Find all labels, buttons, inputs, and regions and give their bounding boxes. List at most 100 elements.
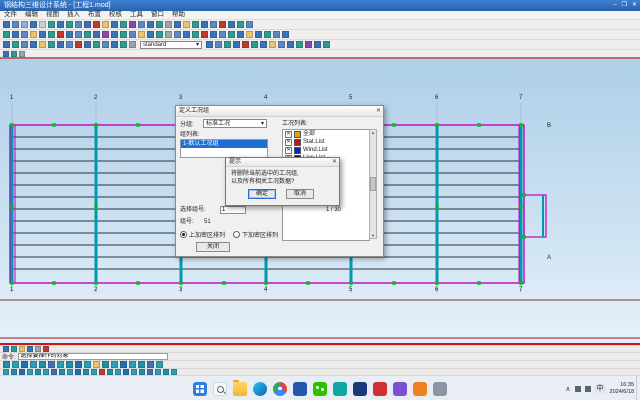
radio-option[interactable]: 下加密区排列 (233, 230, 278, 239)
tool-icon[interactable] (48, 21, 55, 28)
tool-icon[interactable] (66, 361, 73, 368)
tool-icon[interactable] (30, 41, 37, 48)
tool-icon[interactable] (228, 31, 235, 38)
menu-item[interactable]: 帮助 (168, 11, 189, 19)
tool-icon[interactable] (129, 41, 136, 48)
style-combobox[interactable]: standard ▾ (140, 41, 202, 49)
scroll-down-icon[interactable]: ▼ (371, 233, 375, 238)
tool-icon[interactable] (287, 41, 294, 48)
tool-icon[interactable] (39, 31, 46, 38)
tool-icon[interactable] (66, 41, 73, 48)
menu-item[interactable]: 编辑 (21, 11, 42, 19)
tool-icon[interactable] (93, 21, 100, 28)
tool-icon[interactable] (156, 21, 163, 28)
taskbar-clock[interactable]: 16:35 2024/6/18 (610, 382, 634, 395)
case-list-item[interactable]: ✕Stat.List (283, 138, 369, 146)
tool-icon[interactable] (93, 31, 100, 38)
tool-icon[interactable] (174, 31, 181, 38)
tool-icon[interactable] (111, 31, 118, 38)
tool-icon[interactable] (66, 21, 73, 28)
tool-icon[interactable] (147, 21, 154, 28)
tool-icon[interactable] (246, 21, 253, 28)
tool-icon[interactable] (3, 31, 10, 38)
tool-icon[interactable] (192, 31, 199, 38)
tool-icon[interactable] (282, 31, 289, 38)
tool-icon[interactable] (12, 21, 19, 28)
tool-icon[interactable] (3, 361, 10, 368)
tool-icon[interactable] (156, 31, 163, 38)
tool-icon[interactable] (111, 361, 118, 368)
tool-icon[interactable] (246, 31, 253, 38)
show-desktop-button[interactable] (636, 376, 640, 400)
tool-icon[interactable] (129, 21, 136, 28)
group-combobox[interactable]: 标准工况 ▾ (203, 119, 267, 128)
menu-item[interactable]: 窗口 (147, 11, 168, 19)
group-listbox[interactable]: 1-默认工况组 (180, 139, 268, 158)
app-icon-navy[interactable] (353, 382, 367, 396)
minimize-button[interactable]: – (613, 0, 616, 11)
tool-icon[interactable] (111, 41, 118, 48)
tool-icon[interactable] (75, 21, 82, 28)
tool-icon[interactable] (255, 31, 262, 38)
tool-icon[interactable] (75, 361, 82, 368)
tool-icon[interactable] (93, 41, 100, 48)
tool-icon[interactable] (233, 41, 240, 48)
tool-icon[interactable] (11, 51, 17, 57)
tool-icon[interactable] (242, 41, 249, 48)
tool-icon[interactable] (183, 21, 190, 28)
search-icon[interactable] (213, 382, 227, 396)
checkbox[interactable]: ✕ (285, 131, 292, 138)
tool-icon[interactable] (314, 41, 321, 48)
tool-icon[interactable] (102, 21, 109, 28)
tool-icon[interactable] (21, 31, 28, 38)
tool-icon[interactable] (210, 21, 217, 28)
tool-icon[interactable] (273, 31, 280, 38)
group-number-input[interactable] (220, 206, 246, 214)
command-input[interactable] (18, 353, 168, 360)
case-list-item[interactable]: ✕全部 (283, 130, 369, 138)
group-list-item[interactable]: 1-默认工况组 (181, 140, 267, 148)
tool-icon[interactable] (57, 361, 64, 368)
tool-icon[interactable] (147, 361, 154, 368)
tool-icon[interactable] (12, 41, 19, 48)
tool-icon[interactable] (129, 361, 136, 368)
cancel-button[interactable]: 取消 (286, 189, 314, 199)
checkbox[interactable]: ✕ (285, 147, 292, 154)
tool-icon[interactable] (237, 31, 244, 38)
tool-icon[interactable] (30, 21, 37, 28)
tool-icon[interactable] (57, 21, 64, 28)
scrollbar[interactable]: ▲ ▼ (369, 129, 377, 239)
tool-icon[interactable] (57, 41, 64, 48)
tool-icon[interactable] (21, 361, 28, 368)
network-icon[interactable] (575, 386, 581, 392)
menu-item[interactable]: 插入 (63, 11, 84, 19)
tool-icon[interactable] (39, 361, 46, 368)
menu-item[interactable]: 工具 (126, 11, 147, 19)
dialog-titlebar[interactable]: 定义工况组 ✕ (176, 106, 383, 117)
tool-icon[interactable] (120, 41, 127, 48)
tool-icon[interactable] (219, 31, 226, 38)
tool-icon[interactable] (120, 361, 127, 368)
tool-icon[interactable] (129, 31, 136, 38)
tool-icon[interactable] (323, 41, 330, 48)
tool-icon[interactable] (75, 41, 82, 48)
tool-icon[interactable] (269, 41, 276, 48)
tool-icon[interactable] (48, 31, 55, 38)
menu-item[interactable]: 校核 (105, 11, 126, 19)
tool-icon[interactable] (219, 21, 226, 28)
tool-icon[interactable] (147, 31, 154, 38)
tool-icon[interactable] (30, 361, 37, 368)
tool-icon[interactable] (3, 51, 9, 57)
tool-icon[interactable] (3, 41, 10, 48)
tool-icon[interactable] (93, 361, 100, 368)
tool-icon[interactable] (120, 31, 127, 38)
tool-icon[interactable] (174, 21, 181, 28)
app-icon-gray[interactable] (433, 382, 447, 396)
app-icon-purple[interactable] (393, 382, 407, 396)
tool-icon[interactable] (206, 41, 213, 48)
radio-option[interactable]: 上加密区排列 (180, 230, 225, 239)
start-icon[interactable] (193, 382, 207, 396)
tool-icon[interactable] (278, 41, 285, 48)
app-icon-blue[interactable] (293, 382, 307, 396)
file-explorer-icon[interactable] (233, 382, 247, 396)
